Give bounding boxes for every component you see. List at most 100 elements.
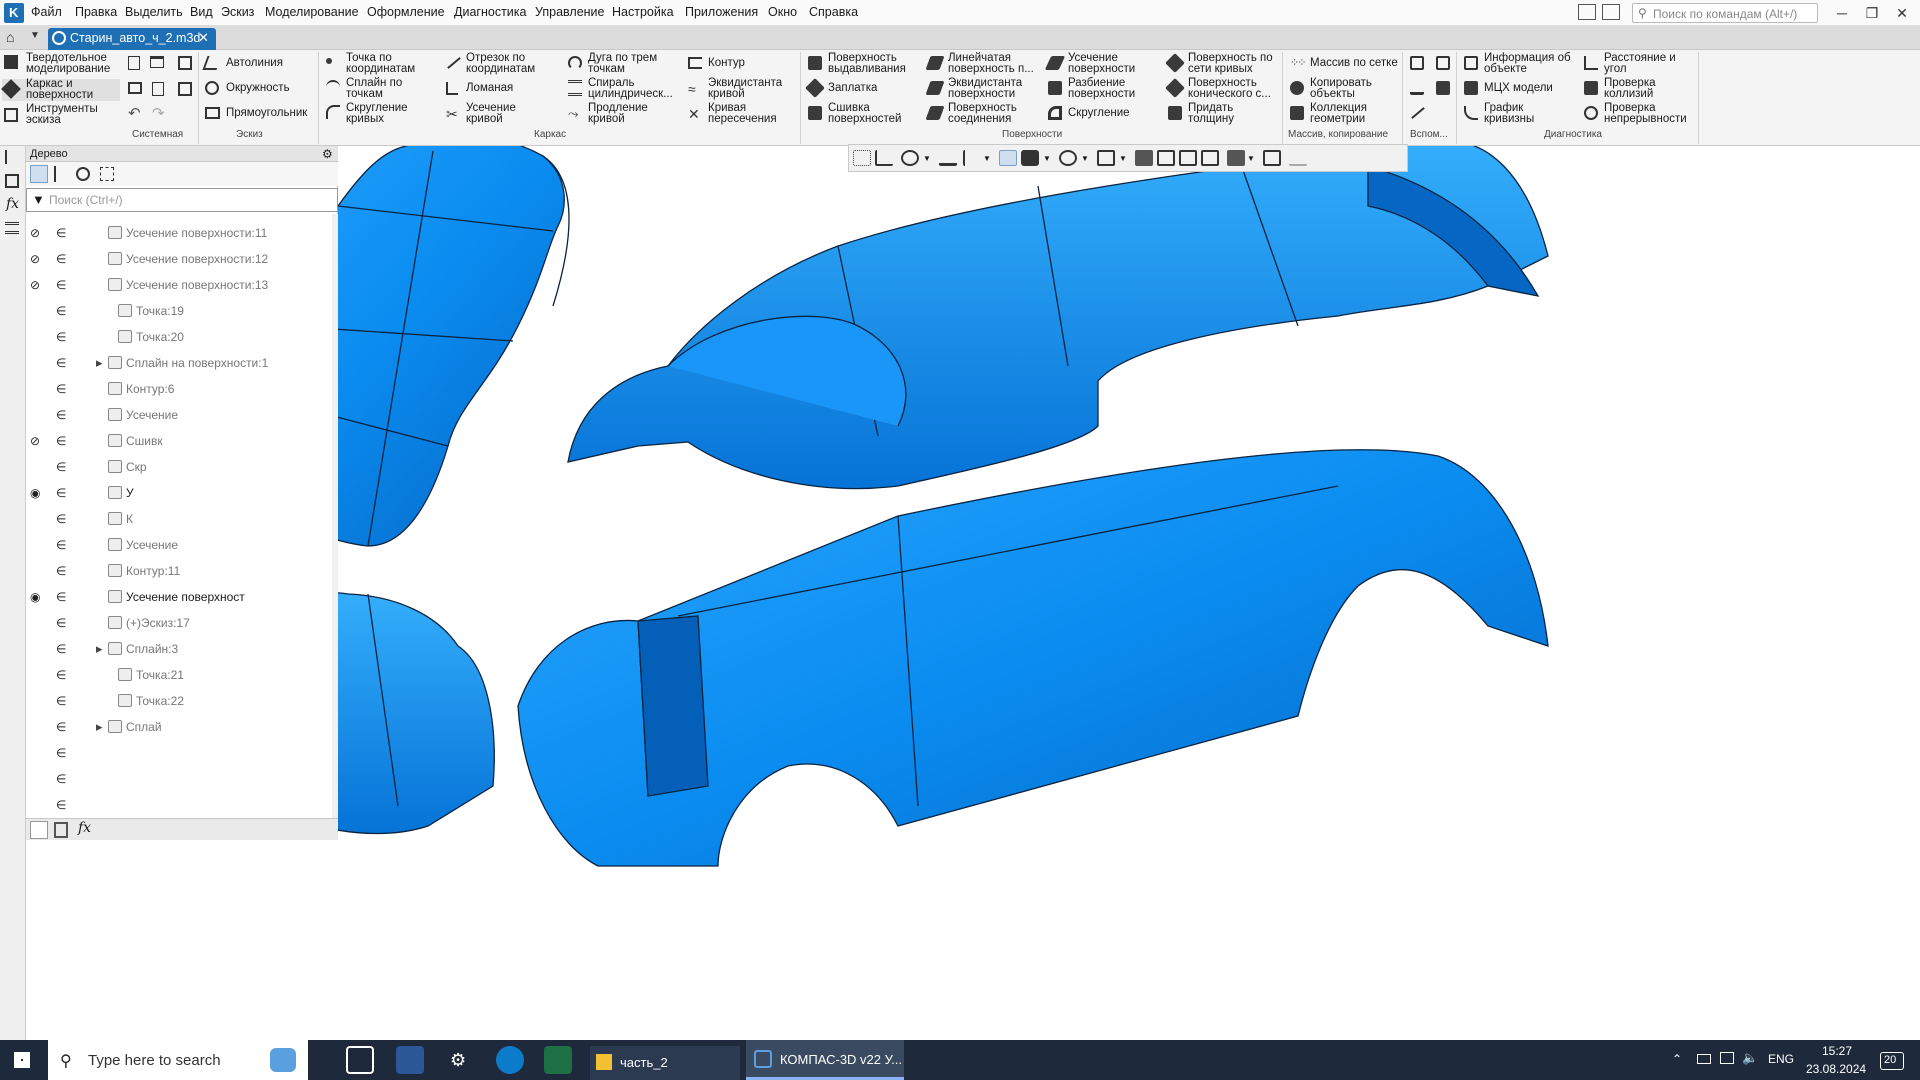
edit-state-icon[interactable]: ∈ [56, 356, 66, 370]
tree-row[interactable]: ⊘ ∈ Сшивк [26, 428, 330, 454]
edit-state-icon[interactable]: ∈ [56, 564, 66, 578]
tool-mass-properties[interactable]: МЦХ модели [1484, 82, 1553, 94]
brush-icon[interactable] [1289, 150, 1307, 166]
edge-browser-icon[interactable] [496, 1046, 524, 1074]
tree-row[interactable]: ∈ К [26, 506, 330, 532]
edit-state-icon[interactable]: ∈ [56, 486, 66, 500]
chevron-down-icon[interactable]: ▼ [30, 30, 40, 41]
word-app-icon[interactable] [396, 1046, 424, 1074]
properties-tab-icon[interactable] [54, 822, 68, 838]
tool-trim-curve[interactable]: Усечение кривой [466, 102, 516, 125]
tree-row[interactable]: ∈ Точка:22 [26, 688, 330, 714]
tool-trim-surface[interactable]: Усечение поверхности [1068, 52, 1135, 75]
menu-select[interactable]: Выделить [125, 5, 183, 19]
edit-state-icon[interactable]: ∈ [56, 330, 66, 344]
edit-state-icon[interactable]: ∈ [56, 226, 66, 240]
tree-order-icon[interactable] [54, 166, 68, 182]
tray-chevron-icon[interactable]: ⌃ [1672, 1052, 1682, 1066]
battery-icon[interactable] [1697, 1054, 1711, 1064]
menu-window[interactable]: Окно [768, 5, 797, 19]
chevron-down-icon[interactable]: ▼ [1247, 154, 1255, 163]
mode-solid-modeling[interactable]: Твердотельное моделирование [26, 52, 110, 75]
taskbar-folder-button[interactable]: часть_2 [590, 1046, 740, 1080]
eye-hidden-icon[interactable]: ⊘ [30, 434, 40, 448]
properties-icon[interactable] [178, 82, 192, 96]
tool-polyline[interactable]: Ломаная [466, 82, 513, 94]
shaded-icon[interactable] [1021, 150, 1039, 166]
clock-date[interactable]: 23.08.2024 [1806, 1062, 1866, 1076]
tree-select-icon[interactable] [100, 167, 114, 181]
screen-icon[interactable] [1602, 4, 1620, 20]
edit-state-icon[interactable]: ∈ [56, 512, 66, 526]
command-search-input[interactable]: ⚲ Поиск по командам (Alt+/) [1632, 3, 1818, 23]
menu-view[interactable]: Вид [190, 5, 213, 19]
tree-row[interactable]: ∈ Точка:20 [26, 324, 330, 350]
tree-view-icon[interactable] [76, 167, 90, 181]
tool-fillet-curves[interactable]: Скругление кривых [346, 102, 408, 125]
tool-copy-objects[interactable]: Копировать объекты [1310, 77, 1372, 100]
tool-contour[interactable]: Контур [708, 57, 745, 69]
network-icon[interactable] [1720, 1052, 1734, 1064]
tree-row[interactable]: ∈ (+)Эскиз:17 [26, 610, 330, 636]
edit-state-icon[interactable]: ∈ [56, 694, 66, 708]
expand-arrow-icon[interactable]: ▸ [96, 719, 103, 735]
tree-structure-icon[interactable] [30, 165, 48, 183]
tool-offset-curve[interactable]: Эквидистанта кривой [708, 77, 782, 100]
measure-icon[interactable] [1263, 150, 1281, 166]
edit-state-icon[interactable]: ∈ [56, 278, 66, 292]
expand-arrow-icon[interactable]: ▸ [96, 641, 103, 657]
edit-state-icon[interactable]: ∈ [56, 590, 66, 604]
tree-row[interactable]: ∈ Скр [26, 454, 330, 480]
aux-cs-icon[interactable] [1436, 81, 1450, 95]
chevron-down-icon[interactable]: ▼ [983, 154, 991, 163]
layout-icon[interactable] [1578, 4, 1596, 20]
grid-icon[interactable] [853, 150, 871, 166]
tree-row[interactable]: ∈ [26, 792, 330, 818]
edit-state-icon[interactable]: ∈ [56, 642, 66, 656]
tree-row[interactable]: ∈ ▸ Сплай [26, 714, 330, 740]
hide-icon[interactable] [1059, 150, 1077, 166]
tree-row[interactable]: ∈ Точка:21 [26, 662, 330, 688]
tool-segment-by-coords[interactable]: Отрезок по координатам [466, 52, 535, 75]
tool-ruled-surface[interactable]: Линейчатая поверхность п... [948, 52, 1034, 75]
edit-state-icon[interactable]: ∈ [56, 616, 66, 630]
mode-wireframe-surfaces[interactable]: Каркас и поверхности [26, 78, 93, 101]
edit-state-icon[interactable]: ∈ [56, 538, 66, 552]
eye-icon[interactable]: ◉ [30, 590, 40, 604]
eye-hidden-icon[interactable]: ⊘ [30, 226, 40, 240]
print-icon[interactable] [128, 82, 142, 94]
tree-row[interactable]: ∈ ▸ Сплайн:3 [26, 636, 330, 662]
variables-tab-icon[interactable]: fx [78, 820, 91, 836]
tool-offset-surface[interactable]: Эквидистанта поверхности [948, 77, 1022, 100]
tool-curve-network-surface[interactable]: Поверхность по сети кривых [1188, 52, 1273, 75]
tool-extrusion-surface[interactable]: Поверхность выдавливания [828, 52, 906, 75]
tree-row[interactable]: ∈ ▸ Сплайн на поверхности:1 [26, 350, 330, 376]
tool-patch[interactable]: Заплатка [828, 82, 877, 94]
tool-distance-angle[interactable]: Расстояние и угол [1604, 52, 1676, 75]
menu-diagnostics[interactable]: Диагностика [454, 5, 526, 19]
tool-extend-curve[interactable]: Продление кривой [588, 102, 648, 125]
tree-row[interactable]: ∈ Контур:6 [26, 376, 330, 402]
tool-spline-by-points[interactable]: Сплайн по точкам [346, 77, 402, 100]
settings-gear-icon[interactable]: ⚙ [450, 1050, 466, 1071]
tool-rectangle[interactable]: Прямоугольник [226, 107, 307, 119]
document-tab[interactable]: Старин_авто_ч_2.m3d ✕ [48, 28, 216, 50]
eye-hidden-icon[interactable]: ⊘ [30, 278, 40, 292]
tree-row[interactable]: ∈ Усечение [26, 532, 330, 558]
tree-row[interactable]: ∈ Усечение [26, 402, 330, 428]
tool-stitch-surfaces[interactable]: Сшивка поверхностей [828, 102, 901, 125]
tree-search-input[interactable]: ▼ Поиск (Ctrl+/) [26, 188, 338, 212]
tree-row[interactable]: ◉ ∈ Усечение поверхност [26, 584, 330, 610]
menu-drafting[interactable]: Оформление [367, 5, 445, 19]
taskbar-search-box[interactable]: ⚲ Type here to search [48, 1040, 308, 1080]
restore-button[interactable]: ❐ [1858, 3, 1886, 23]
edit-state-icon[interactable]: ∈ [56, 252, 66, 266]
tree-row[interactable]: ⊘ ∈ Усечение поверхности:12 [26, 246, 330, 272]
tool-continuity-check[interactable]: Проверка непрерывности [1604, 102, 1687, 125]
tool-arc-three-points[interactable]: Дуга по трем точкам [588, 52, 657, 75]
expand-arrow-icon[interactable]: ▸ [96, 355, 103, 371]
taskbar-kompas-button[interactable]: КОМПАС-3D v22 У... [746, 1040, 904, 1080]
drawing-icon[interactable] [1201, 150, 1219, 166]
edit-state-icon[interactable]: ∈ [56, 434, 66, 448]
edit-state-icon[interactable]: ∈ [56, 720, 66, 734]
